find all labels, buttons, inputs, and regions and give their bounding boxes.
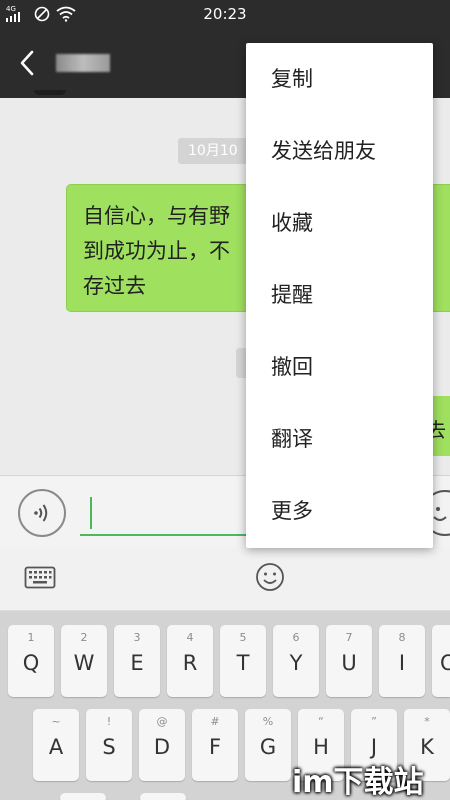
key-u[interactable]: 7U <box>326 625 372 697</box>
key-hint: 6 <box>292 631 300 644</box>
text-caret <box>90 497 92 529</box>
timestamp-chip: 10月10 <box>178 138 248 164</box>
key-label: G <box>259 735 277 759</box>
menu-item-remind[interactable]: 提醒 <box>246 259 433 331</box>
back-button[interactable] <box>14 46 44 80</box>
key-hint: ” <box>371 715 377 728</box>
key-label: Q <box>22 651 40 675</box>
watermark: im下载站 <box>292 765 424 800</box>
key-t[interactable]: 5T <box>220 625 266 697</box>
key-label: D <box>153 735 171 759</box>
key-hint: @ <box>156 715 168 728</box>
key-row3-partial[interactable] <box>140 793 186 800</box>
status-time: 20:23 <box>203 5 247 23</box>
key-hint: * <box>424 715 430 728</box>
key-y[interactable]: 6Y <box>273 625 319 697</box>
contact-name: ████ <box>56 54 110 72</box>
key-label: O <box>440 651 450 675</box>
key-o[interactable]: O <box>432 625 450 697</box>
key-label: U <box>341 651 357 675</box>
key-g[interactable]: % G <box>245 709 291 781</box>
menu-item-recall[interactable]: 撤回 <box>246 331 433 403</box>
key-hint: 7 <box>345 631 353 644</box>
key-label: J <box>370 735 378 759</box>
key-label: R <box>182 651 198 675</box>
key-label: W <box>73 651 95 675</box>
key-hint: # <box>210 715 220 728</box>
menu-item-more[interactable]: 更多 <box>246 475 433 547</box>
key-label: S <box>102 735 116 759</box>
key-hint: 5 <box>239 631 247 644</box>
key-hint: 2 <box>80 631 88 644</box>
key-hint: 1 <box>27 631 35 644</box>
key-label: E <box>130 651 144 675</box>
key-label: Y <box>289 651 303 675</box>
key-d[interactable]: @ D <box>139 709 185 781</box>
key-e[interactable]: 3E <box>114 625 160 697</box>
keyboard-toggle-button[interactable] <box>24 565 56 591</box>
key-hint: 4 <box>186 631 194 644</box>
key-label: H <box>313 735 329 759</box>
key-label: K <box>420 735 434 759</box>
header-divider <box>34 90 66 95</box>
key-q[interactable]: 1Q <box>8 625 54 697</box>
menu-item-favorite[interactable]: 收藏 <box>246 187 433 259</box>
key-i[interactable]: 8I <box>379 625 425 697</box>
key-hint: 8 <box>398 631 406 644</box>
key-hint: ! <box>106 715 112 728</box>
voice-icon <box>34 504 48 522</box>
smiley-icon <box>256 563 284 591</box>
context-menu: 复制 发送给朋友 收藏 提醒 撤回 翻译 更多 <box>246 43 433 548</box>
key-w[interactable]: 2W <box>61 625 107 697</box>
key-hint: % <box>262 715 274 728</box>
emoji-toolbar-button[interactable] <box>255 562 285 592</box>
keyboard-toolbar <box>0 547 450 611</box>
status-bar: 4G 20:23 <box>0 0 450 28</box>
key-row3-partial[interactable] <box>60 793 106 800</box>
key-a[interactable]: ~ A <box>33 709 79 781</box>
keyboard-icon <box>24 566 56 589</box>
key-label: T <box>236 651 250 675</box>
key-f[interactable]: # F <box>192 709 238 781</box>
key-hint: 3 <box>133 631 141 644</box>
key-hint: “ <box>318 715 324 728</box>
menu-item-translate[interactable]: 翻译 <box>246 403 433 475</box>
key-hint: ~ <box>51 715 61 728</box>
key-label: I <box>398 651 406 675</box>
key-r[interactable]: 4R <box>167 625 213 697</box>
key-label: F <box>208 735 222 759</box>
menu-item-forward[interactable]: 发送给朋友 <box>246 115 433 187</box>
voice-button[interactable] <box>18 489 66 537</box>
key-s[interactable]: ! S <box>86 709 132 781</box>
menu-item-copy[interactable]: 复制 <box>246 43 433 115</box>
key-label: A <box>48 735 64 759</box>
chevron-left-icon <box>20 50 34 76</box>
